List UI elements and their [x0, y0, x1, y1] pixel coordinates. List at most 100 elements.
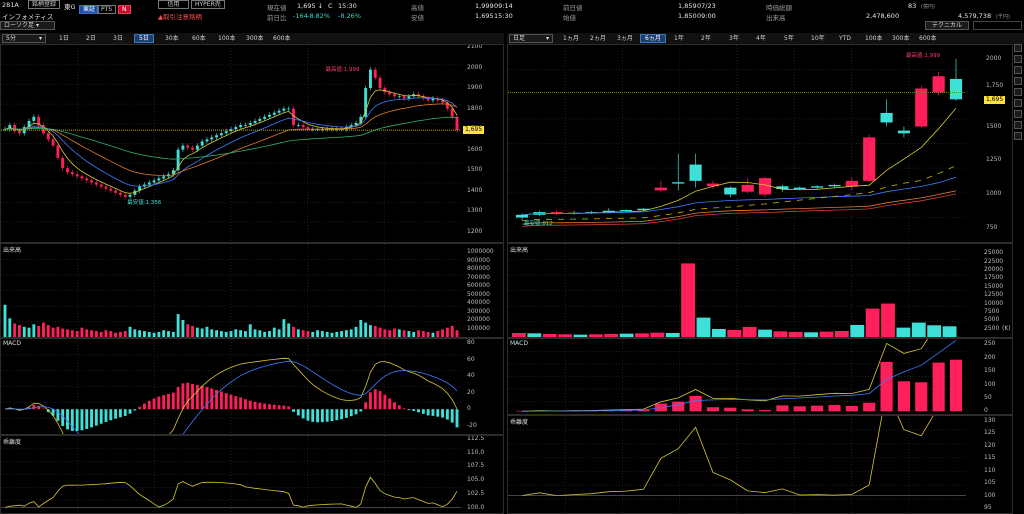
- right-range-3y[interactable]: 3年: [725, 34, 743, 43]
- macd-histogram-bar: [75, 409, 79, 431]
- macd-histogram-bar: [349, 409, 353, 417]
- right-range-600[interactable]: 600本: [915, 34, 940, 43]
- right-interval-select[interactable]: 日足 ▾: [509, 34, 553, 43]
- right-range-2m[interactable]: 2ヵ月: [586, 34, 610, 43]
- left-deviation-panel[interactable]: 乖離度 112.5 110.0 107.5 105.0 102.5 100.0: [0, 435, 504, 514]
- candle-body: [287, 108, 291, 110]
- left-volume-panel[interactable]: 出来高 1000000 900000 800000 700000 600000 50000…: [0, 243, 504, 338]
- volume-bar: [282, 319, 286, 337]
- volume-bar: [773, 331, 788, 337]
- macd-histogram-bar: [143, 403, 146, 410]
- chart-type-select[interactable]: ローソク足 ▾: [0, 21, 55, 30]
- tool-icon[interactable]: [1014, 66, 1022, 74]
- right-range-300[interactable]: 300本: [888, 34, 913, 43]
- volume-bar: [542, 333, 557, 337]
- credit-button[interactable]: 信用: [158, 0, 189, 9]
- macd-histogram-bar: [219, 391, 223, 410]
- pts-button[interactable]: PTS: [97, 5, 117, 14]
- macd-histogram-bar: [181, 383, 185, 410]
- tosho-button[interactable]: 東証: [79, 5, 100, 14]
- volume-bar: [402, 330, 406, 337]
- volume-bar: [407, 331, 411, 337]
- volume-axis-label: 800000: [467, 265, 490, 273]
- left-range-600[interactable]: 600本: [269, 34, 294, 43]
- right-macd-panel[interactable]: MACD 250 200 150 100 50 0: [507, 338, 1013, 415]
- volume-bar: [17, 325, 21, 337]
- news-n-button[interactable]: N: [118, 5, 131, 14]
- left-range-3d[interactable]: 3日: [109, 34, 127, 43]
- candle-body: [949, 78, 963, 100]
- left-price-panel[interactable]: 2100200019001800170016001500140013001200…: [0, 44, 504, 243]
- tool-icon[interactable]: [1014, 121, 1022, 129]
- candle-body: [272, 112, 276, 115]
- technical-button[interactable]: テクニカル: [925, 21, 969, 30]
- macd-histogram-bar: [776, 405, 789, 412]
- macd-histogram-bar: [426, 409, 430, 416]
- left-range-100[interactable]: 100本: [214, 34, 239, 43]
- volume-bar: [635, 333, 649, 337]
- candle-body: [104, 186, 108, 189]
- macd-histogram-bar: [949, 359, 963, 412]
- right-range-2y[interactable]: 2年: [697, 34, 715, 43]
- volume-bar: [123, 331, 127, 337]
- macd-histogram-bar: [724, 407, 737, 412]
- left-range-300[interactable]: 300本: [242, 34, 267, 43]
- right-range-ytd[interactable]: YTD: [835, 34, 855, 43]
- volume-bar: [287, 323, 291, 337]
- volume-bar: [819, 331, 834, 337]
- left-range-1d[interactable]: 1日: [55, 34, 73, 43]
- watchlist-button[interactable]: 銘柄登録: [28, 0, 61, 9]
- tool-strip[interactable]: [973, 21, 1022, 30]
- left-range-60[interactable]: 60本: [188, 34, 210, 43]
- price-axis-label: 1500: [986, 122, 1002, 130]
- macd-histogram-bar: [243, 399, 247, 410]
- tool-icon[interactable]: [1014, 55, 1022, 63]
- macd-histogram-bar: [152, 398, 156, 410]
- right-range-3m[interactable]: 3ヵ月: [613, 34, 637, 43]
- candle-body: [200, 141, 204, 146]
- left-range-5d[interactable]: 5日: [134, 34, 154, 43]
- right-deviation-panel[interactable]: 乖離度 130 125 120 115 110 105 100 95: [507, 415, 1013, 514]
- right-range-1y[interactable]: 1年: [670, 34, 688, 43]
- left-range-2d[interactable]: 2日: [82, 34, 100, 43]
- candle-body: [932, 76, 945, 93]
- left-interval-select[interactable]: 5分 ▾: [2, 34, 46, 43]
- tool-icon[interactable]: [1014, 110, 1022, 118]
- tool-icon[interactable]: [1014, 132, 1022, 140]
- volume-bar: [152, 332, 156, 337]
- right-price-panel[interactable]: 2000 1500 1250 1000 750 1,750 1,695 最高値:1,999 最安…: [507, 44, 1013, 243]
- candle-body: [880, 112, 893, 123]
- candle-body: [75, 174, 79, 177]
- left-range-30[interactable]: 30本: [161, 34, 183, 43]
- right-range-4y[interactable]: 4年: [752, 34, 770, 43]
- panel-title: MACD: [510, 340, 528, 347]
- left-macd-panel[interactable]: MACD 80 60 40 20 0 -20: [0, 338, 504, 435]
- macd-axis-label: 0: [467, 405, 471, 413]
- right-range-6m[interactable]: 6ヵ月: [640, 34, 666, 43]
- right-volume-panel[interactable]: 出来高 25000 22500 20000 17500 15000 12500 10000 7…: [507, 243, 1013, 338]
- chart-canvas: [508, 45, 966, 242]
- macd-axis-label: 80: [467, 339, 475, 347]
- candle-body: [224, 131, 228, 134]
- macd-histogram-bar: [340, 409, 344, 420]
- candle-body: [210, 137, 214, 140]
- tool-icon[interactable]: [1014, 99, 1022, 107]
- volume-axis-label: 7500: [984, 307, 1000, 315]
- tool-icon[interactable]: [1014, 77, 1022, 85]
- right-range-1m[interactable]: 1ヵ月: [559, 34, 583, 43]
- hyper-sell-button[interactable]: HYPER売: [191, 0, 225, 9]
- tool-icon[interactable]: [1014, 88, 1022, 96]
- right-range-5y[interactable]: 5年: [780, 34, 798, 43]
- right-range-10y[interactable]: 10年: [807, 34, 829, 43]
- macd-histogram-bar: [397, 405, 401, 410]
- volume-bar: [109, 331, 113, 337]
- candle-body: [620, 210, 633, 212]
- macd-histogram-bar: [258, 402, 262, 410]
- right-range-100[interactable]: 100本: [861, 34, 886, 43]
- volume-bar: [42, 322, 45, 337]
- macd-histogram-bar: [229, 394, 233, 410]
- stock-name: インフォメティス: [2, 13, 54, 21]
- tool-icon[interactable]: [1014, 44, 1022, 52]
- open-value: 1,850: [678, 12, 697, 20]
- macd-histogram-bar: [37, 405, 41, 410]
